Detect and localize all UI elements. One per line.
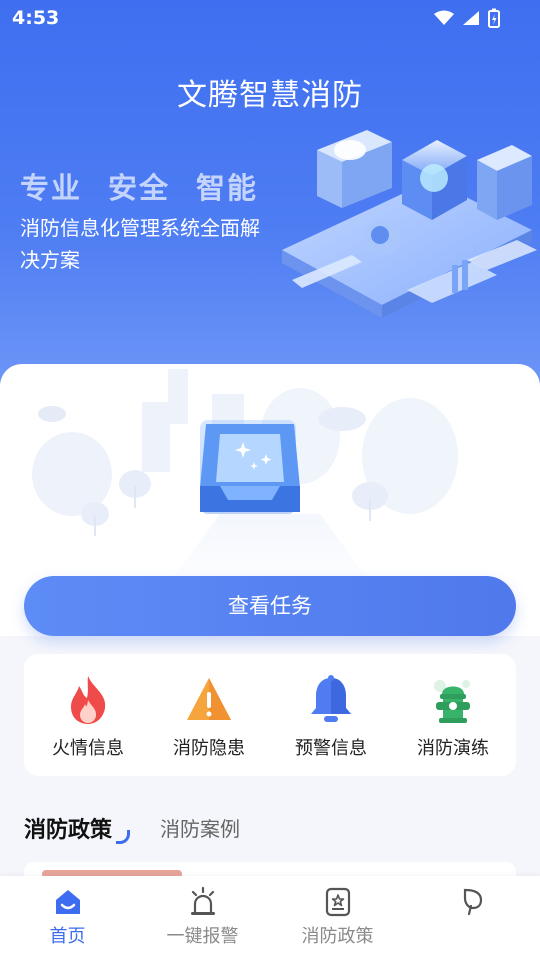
app-title: 文腾智慧消防 bbox=[177, 78, 363, 113]
hydrant-icon bbox=[434, 680, 470, 723]
tagline: 专业 安全 智能 bbox=[20, 165, 284, 207]
quick-action-hazards[interactable]: 消防隐患 bbox=[154, 674, 264, 760]
tagline-item: 智能 bbox=[196, 171, 259, 205]
warning-icon bbox=[187, 678, 231, 720]
policy-icon bbox=[325, 887, 350, 917]
battery-icon bbox=[488, 8, 500, 28]
status-bar: 4:53 bbox=[0, 0, 540, 36]
bell-icon bbox=[311, 675, 351, 722]
home-icon bbox=[55, 890, 80, 914]
wifi-icon bbox=[434, 10, 454, 25]
status-time: 4:53 bbox=[12, 7, 60, 29]
quick-action-alerts[interactable]: 预警信息 bbox=[276, 674, 386, 760]
hero-subtitle: 消防信息化管理系统全面解决方案 bbox=[20, 216, 260, 272]
quick-action-label: 火情信息 bbox=[52, 738, 124, 759]
leaf-icon bbox=[463, 888, 482, 916]
tagline-item: 安全 bbox=[108, 171, 171, 205]
nav-more[interactable] bbox=[405, 886, 540, 922]
alarm-icon bbox=[190, 886, 215, 915]
nav-home[interactable]: 首页 bbox=[0, 886, 135, 948]
active-tab-indicator bbox=[116, 830, 130, 844]
quick-action-label: 消防隐患 bbox=[173, 738, 245, 759]
quick-actions-panel: 火情信息 消防隐患 预警信息 消防演练 bbox=[24, 654, 516, 776]
smart-city-illustration bbox=[282, 130, 537, 318]
tab-fire-policy[interactable]: 消防政策 bbox=[24, 812, 112, 844]
nav-fire-policy[interactable]: 消防政策 bbox=[270, 886, 405, 948]
tab-fire-cases[interactable]: 消防案例 bbox=[160, 813, 240, 842]
bottom-nav: 首页 一键报警 消防政策 bbox=[0, 876, 540, 960]
quick-action-label: 预警信息 bbox=[295, 738, 367, 759]
tagline-item: 专业 bbox=[20, 171, 83, 205]
status-icons bbox=[434, 8, 500, 28]
quick-action-drills[interactable]: 消防演练 bbox=[398, 674, 508, 760]
view-tasks-button[interactable]: 查看任务 bbox=[24, 576, 516, 636]
quick-action-fire-info[interactable]: 火情信息 bbox=[33, 674, 143, 760]
nav-label: 首页 bbox=[49, 926, 86, 947]
nav-label: 消防政策 bbox=[301, 926, 374, 947]
nav-label: 一键报警 bbox=[166, 926, 239, 947]
hero-banner: 4:53 文腾智慧消防 专业 安全 智能 消防信息化管理系统全面解决方案 bbox=[0, 0, 540, 400]
quick-action-label: 消防演练 bbox=[417, 738, 489, 759]
nav-one-click-alarm[interactable]: 一键报警 bbox=[135, 886, 270, 948]
news-tabs: 消防政策 消防案例 bbox=[24, 808, 516, 848]
flame-icon bbox=[71, 676, 106, 724]
signal-icon bbox=[463, 11, 479, 25]
